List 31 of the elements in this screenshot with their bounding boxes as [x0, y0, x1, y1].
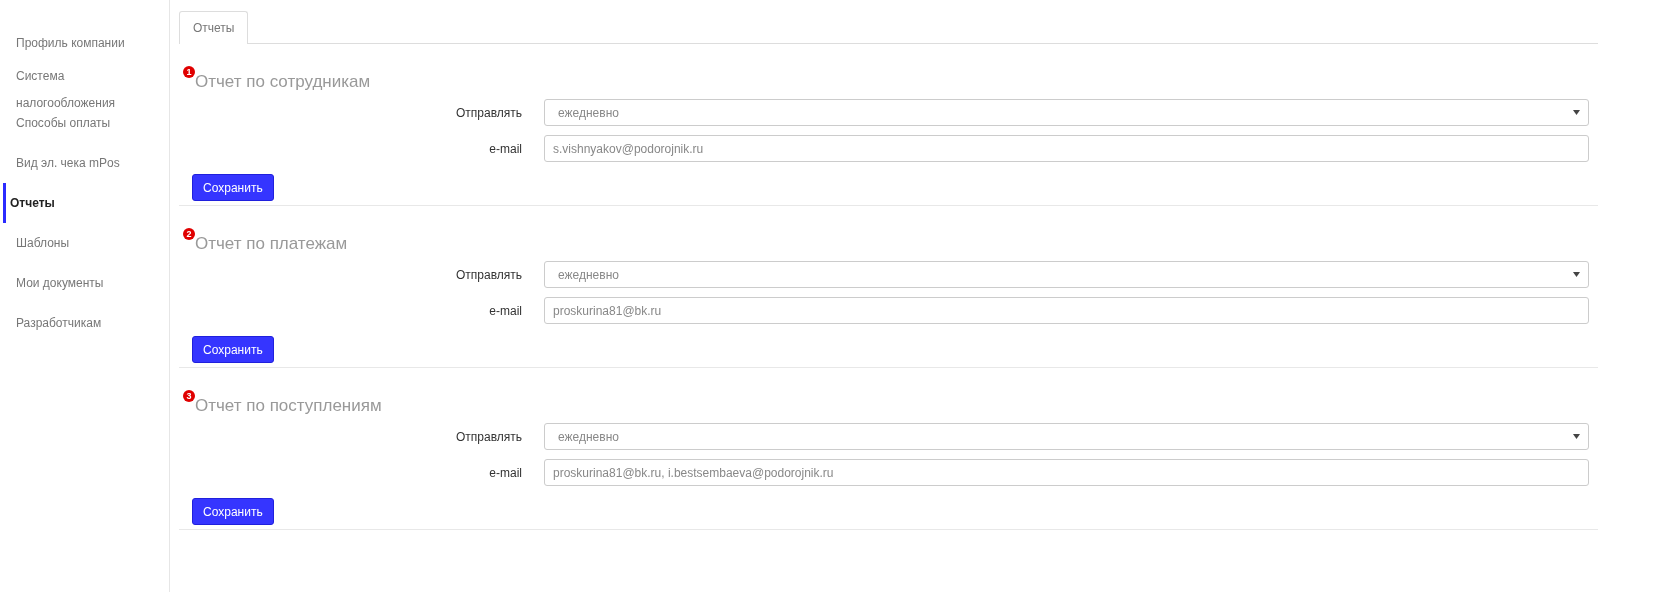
save-button[interactable]: Сохранить	[192, 174, 274, 201]
number-badge: 3	[183, 390, 195, 402]
email-field[interactable]: proskurina81@bk.ru, i.bestsembaeva@podorojnik.ru	[544, 459, 1589, 486]
sidebar-item[interactable]: Шаблоны	[3, 223, 166, 263]
section-title: Отчет по платежам	[195, 234, 348, 254]
save-button[interactable]: Сохранить	[192, 336, 274, 363]
tab[interactable]: Отчеты	[179, 11, 249, 44]
sidebar-item[interactable]: Профиль компании	[3, 23, 166, 63]
caret-icon	[1573, 110, 1580, 115]
field-label: e-mail	[488, 141, 522, 156]
caret-icon	[1573, 272, 1580, 277]
frequency-select[interactable]: ежедневно	[544, 423, 1589, 450]
email-field[interactable]: proskurina81@bk.ru	[544, 297, 1589, 324]
field-label: e-mail	[488, 303, 522, 318]
number-badge: 2	[183, 228, 195, 240]
section-title: Отчет по поступлениям	[195, 396, 382, 416]
sidebar-item[interactable]: Вид эл. чека mPos	[3, 143, 166, 183]
sidebar-item[interactable]: Отчеты	[3, 183, 166, 223]
save-button[interactable]: Сохранить	[192, 498, 274, 525]
number-badge: 1	[183, 66, 195, 78]
caret-icon	[1573, 434, 1580, 439]
frequency-select[interactable]: ежедневно	[544, 261, 1589, 288]
section-title: Отчет по сотрудникам	[195, 72, 371, 92]
field-label: Отправлять	[454, 429, 522, 444]
email-field[interactable]: s.vishnyakov@podorojnik.ru	[544, 135, 1589, 162]
field-label: Отправлять	[454, 267, 522, 282]
sidebar-item[interactable]: Разработчикам	[3, 303, 166, 343]
field-label: Отправлять	[454, 105, 522, 120]
frequency-select[interactable]: ежедневно	[544, 99, 1589, 126]
field-label: e-mail	[488, 465, 522, 480]
sidebar-item[interactable]: Мои документы	[3, 263, 166, 303]
